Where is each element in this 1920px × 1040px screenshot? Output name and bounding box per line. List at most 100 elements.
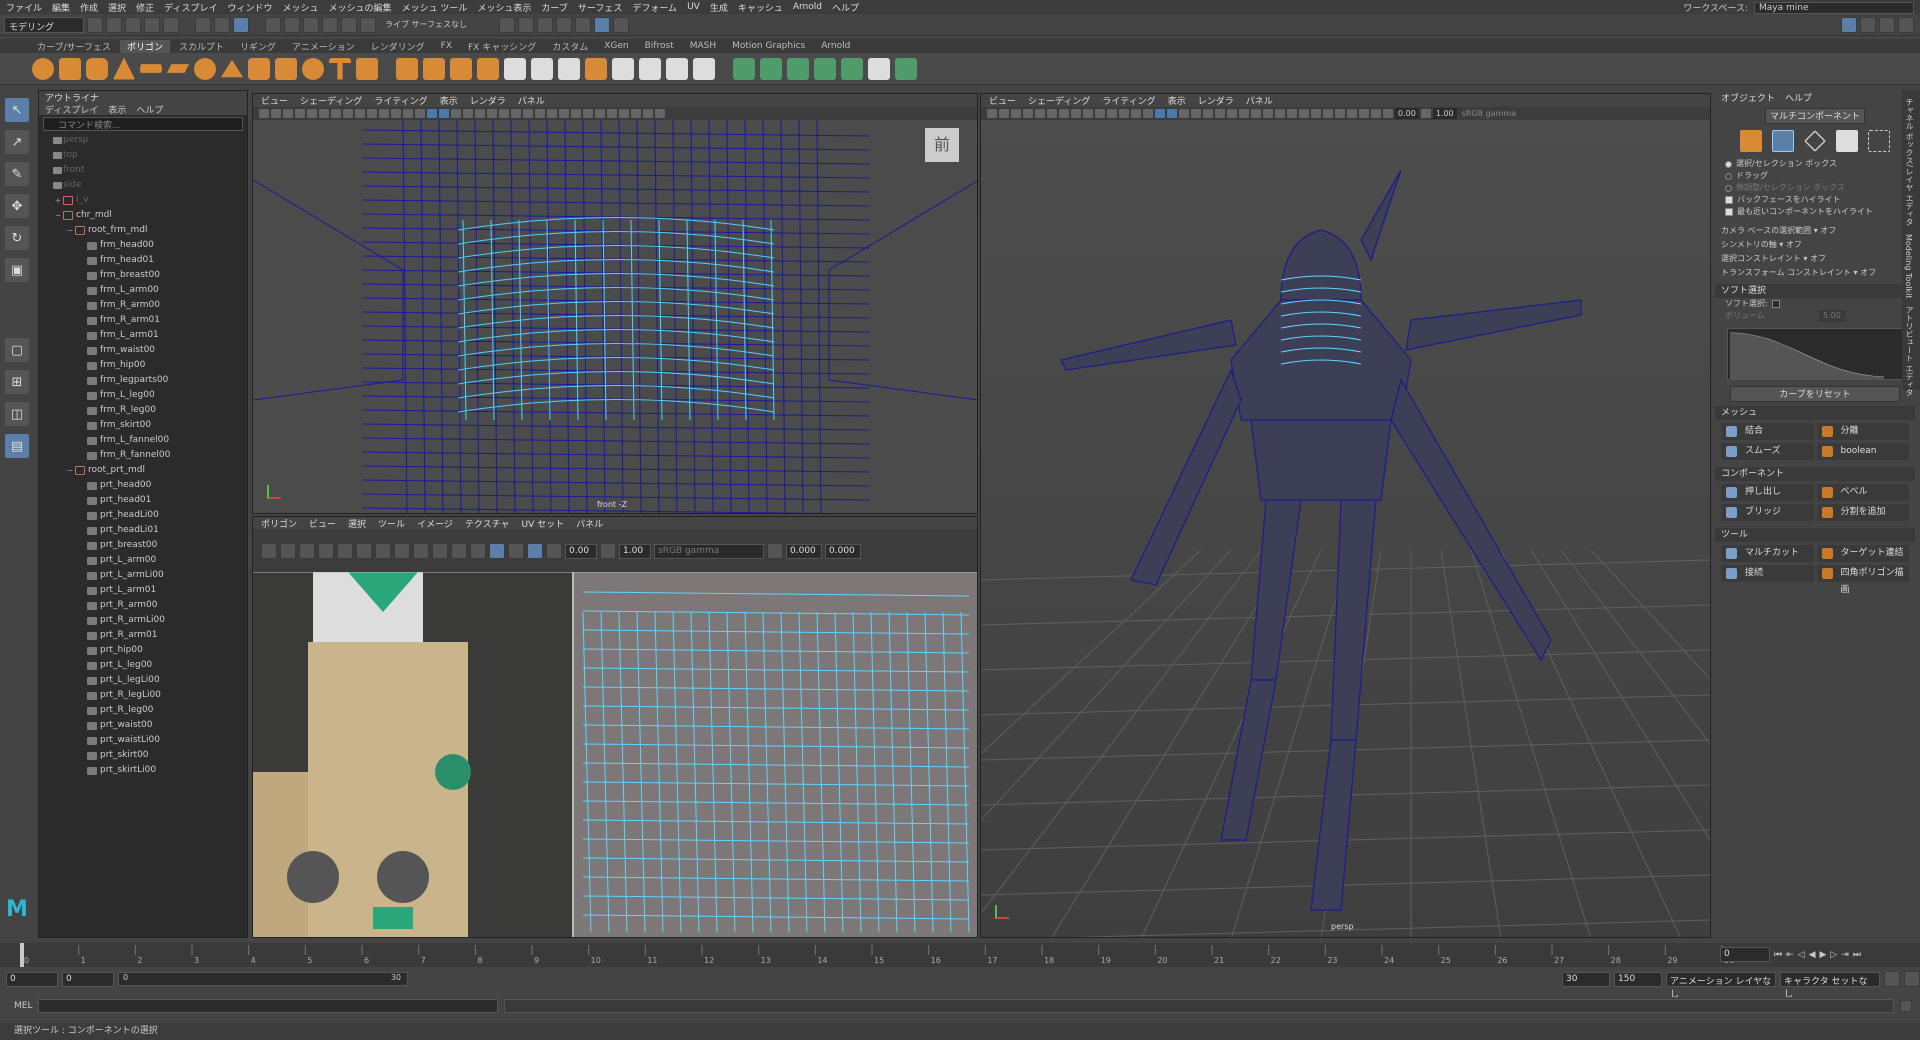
viewport-tool-icon[interactable] [1179,109,1189,118]
viewport-tool-icon[interactable] [1059,109,1069,118]
viewport-tool-icon[interactable] [643,109,653,118]
shelf-tab[interactable]: FX [434,41,459,51]
expand-toggle-icon[interactable]: + [53,193,63,208]
bridge-icon[interactable] [612,57,634,80]
side-tab[interactable]: アトリビュート エディタ [1904,306,1915,397]
poly-pyramid-icon[interactable] [221,59,243,78]
menu-item[interactable]: ウィンドウ [227,1,272,14]
toolkit-button[interactable]: 接続 [1721,565,1814,582]
outliner-item[interactable]: prt_R_leg00 [39,703,247,718]
uv-spherical-icon[interactable] [787,57,809,80]
range-bar[interactable]: 0 30 [118,972,408,986]
toolkit-menu-item[interactable]: ヘルプ [1785,91,1812,104]
render-frame-icon[interactable] [518,16,535,33]
smooth-icon[interactable] [504,57,526,80]
outliner-item[interactable]: prt_waist00 [39,718,247,733]
outliner-item[interactable]: prt_R_arm00 [39,598,247,613]
auto-key-icon[interactable] [1884,971,1900,987]
poly-cylinder-icon[interactable] [86,57,108,80]
viewport-menu-item[interactable]: ビュー [261,94,288,107]
uv-auto-icon[interactable] [814,57,836,80]
outliner-item[interactable]: prt_skirtLi00 [39,763,247,778]
viewport-tool-icon[interactable] [343,109,353,118]
poly-pipe-icon[interactable] [248,57,270,80]
outliner-item[interactable]: persp [39,133,247,148]
viewport-tool-icon[interactable] [1131,109,1141,118]
outliner-menu-item[interactable]: ヘルプ [136,103,163,116]
viewport-tool-icon[interactable] [1035,109,1045,118]
scale-tool-icon[interactable]: ▣ [5,258,29,282]
select-option[interactable]: バックフェースをハイライト [1715,194,1915,206]
viewport-tool-icon[interactable] [1275,109,1285,118]
viewport-menu-item[interactable]: パネル [1246,94,1273,107]
viewport-tool-icon[interactable] [283,109,293,118]
viewport-tool-icon[interactable] [1227,109,1237,118]
shelf-tab[interactable]: Motion Graphics [725,41,812,51]
step-forward-icon[interactable]: ▷ [1830,950,1837,960]
viewport-tool-icon[interactable] [1299,109,1309,118]
toolkit-button[interactable]: ターゲット連結 [1816,545,1909,562]
single-view-icon[interactable]: ▢ [5,338,29,362]
viewport-tool-icon[interactable] [1371,109,1381,118]
outliner-item[interactable]: prt_R_arm01 [39,628,247,643]
colorspace-label[interactable]: sRGB gamma [1459,109,1519,118]
separate-icon[interactable] [423,57,445,80]
tool-header[interactable]: ツール [1715,528,1915,542]
toolkit-button[interactable]: 分割を追加 [1816,504,1909,521]
viewport-menu-item[interactable]: シェーディング [1028,94,1090,107]
uv-select-icon[interactable] [261,543,277,559]
mirror-icon[interactable] [531,57,553,80]
viewport-menu-item[interactable]: シェーディング [300,94,362,107]
uv-mode-icon[interactable] [1868,130,1890,152]
uv-menu-item[interactable]: 選択 [348,517,366,530]
shelf-tab[interactable]: カスタム [545,40,595,53]
reduce-icon[interactable] [558,57,580,80]
viewport-tool-icon[interactable] [607,109,617,118]
outliner-item[interactable]: frm_L_arm00 [39,283,247,298]
shelf-tab[interactable]: Bifrost [638,41,681,51]
side-tab[interactable]: チャネル ボックス/レイヤ エディタ [1904,98,1915,226]
viewport-tool-icon[interactable] [1143,109,1153,118]
anim-layer-dropdown[interactable]: アニメーション レイヤなし [1666,971,1776,1000]
uv-isolate-icon[interactable] [767,543,783,559]
shelf-tab[interactable]: FX キャッシング [461,40,543,53]
viewport-tool-icon[interactable] [1239,109,1249,118]
outliner-item[interactable]: prt_headLi00 [39,508,247,523]
shelf-tab[interactable]: アニメーション [285,40,362,53]
viewport-tool-icon[interactable] [535,109,545,118]
outliner-item[interactable]: frm_hip00 [39,358,247,373]
viewport-menu-item[interactable]: 表示 [440,94,458,107]
boolean-icon[interactable] [477,57,499,80]
component-header[interactable]: コンポーネント [1715,467,1915,481]
uv-menu-item[interactable]: ツール [378,517,405,530]
face-mode-icon[interactable] [1836,130,1858,152]
outliner-item[interactable]: side [39,178,247,193]
viewport-tool-icon[interactable] [1251,109,1261,118]
viewport-tool-icon[interactable] [1167,109,1177,118]
expand-toggle-icon[interactable]: − [53,208,63,223]
uv-move-icon[interactable] [280,543,296,559]
custom-layout-icon[interactable]: ▤ [5,434,29,458]
outliner-item[interactable]: frm_L_leg00 [39,388,247,403]
current-frame-field[interactable]: 0 [1720,947,1770,962]
poly-svg-icon[interactable] [356,57,378,80]
toolkit-button[interactable]: 四角ポリゴン描画 [1816,565,1909,595]
soft-select-toggle[interactable]: ソフト選択: [1715,298,1915,310]
poly-cube-icon[interactable] [59,57,81,80]
menu-item[interactable]: 作成 [80,1,98,14]
uv-menu-item[interactable]: ビュー [309,517,336,530]
viewport-tool-icon[interactable] [987,109,997,118]
move-tool-icon[interactable]: ✥ [5,194,29,218]
play-forward-icon[interactable]: ▶ [1820,950,1827,960]
viewport-tool-icon[interactable] [1155,109,1165,118]
uv-menu-item[interactable]: パネル [576,517,603,530]
render-view-icon[interactable] [499,16,516,33]
view-cube[interactable]: 前 [925,128,959,162]
menu-item[interactable]: デフォーム [632,1,677,14]
viewport-tool-icon[interactable] [439,109,449,118]
toolkit-toggle-icon[interactable] [1860,17,1876,33]
outliner-item[interactable]: frm_R_arm00 [39,298,247,313]
select-option[interactable]: ドラッグ [1715,170,1915,182]
volume-field[interactable]: 5.00 [1819,310,1845,322]
uv-u-field[interactable]: 0.000 [786,543,822,559]
